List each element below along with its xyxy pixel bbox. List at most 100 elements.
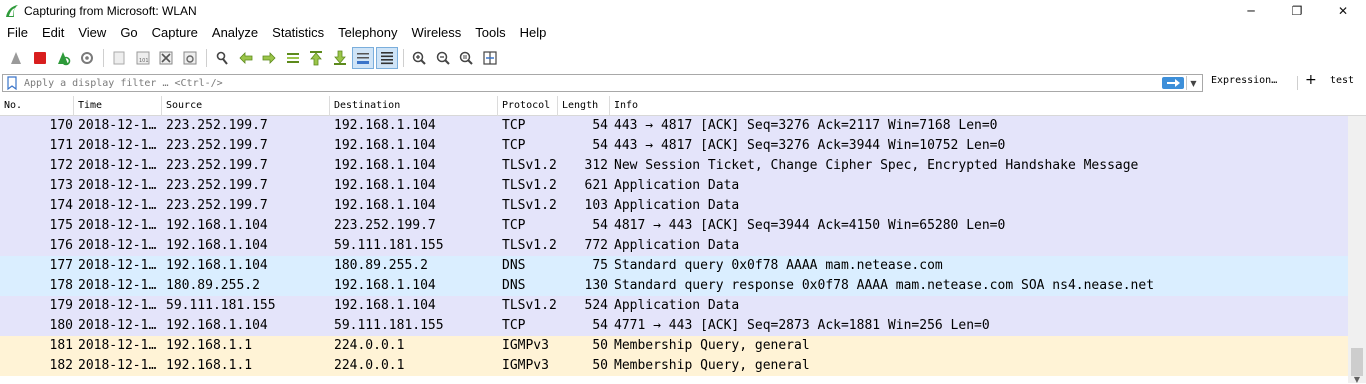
- go-to-packet-button[interactable]: [282, 47, 304, 69]
- packet-time: 2018-12-1…: [78, 158, 157, 173]
- display-filter-box: ▼: [2, 74, 1203, 92]
- packet-length: 50: [592, 338, 608, 353]
- add-filter-button[interactable]: +: [1305, 72, 1317, 88]
- column-header-time[interactable]: Time: [74, 96, 162, 116]
- packet-destination: 192.168.1.104: [334, 158, 436, 173]
- table-row[interactable]: 178 2018-12-1… 180.89.255.2 192.168.1.104 DN…: [0, 276, 1348, 296]
- table-row[interactable]: 172 2018-12-1… 223.252.199.7 192.168.1.104 T…: [0, 156, 1348, 176]
- column-header-info[interactable]: Info: [610, 96, 1366, 116]
- go-back-button[interactable]: [235, 47, 257, 69]
- vertical-scrollbar[interactable]: ▼: [1348, 116, 1366, 384]
- menu-tools[interactable]: Tools: [468, 22, 512, 44]
- find-packet-button[interactable]: [211, 47, 233, 69]
- packet-time: 2018-12-1…: [78, 258, 157, 273]
- normal-size-icon: [459, 51, 473, 65]
- close-file-button[interactable]: [155, 47, 177, 69]
- packet-time: 2018-12-1…: [78, 358, 157, 373]
- table-row[interactable]: 173 2018-12-1… 223.252.199.7 192.168.1.104 T…: [0, 176, 1348, 196]
- packet-info: Application Data: [614, 178, 740, 193]
- table-row[interactable]: 170 2018-12-1… 223.252.199.7 192.168.1.104 T…: [0, 116, 1348, 136]
- packet-destination: 192.168.1.104: [334, 298, 436, 313]
- packet-no: 170: [49, 118, 73, 133]
- packet-source: 223.252.199.7: [166, 178, 268, 193]
- packet-protocol: IGMPv3: [502, 338, 549, 353]
- packet-time: 2018-12-1…: [78, 338, 157, 353]
- go-forward-button[interactable]: [258, 47, 280, 69]
- apply-filter-button[interactable]: [1162, 77, 1184, 89]
- packet-info: 443 → 4817 [ACK] Seq=3276 Ack=2117 Win=7…: [614, 118, 998, 133]
- go-first-icon: [310, 51, 322, 66]
- table-row[interactable]: 182 2018-12-1… 192.168.1.1 224.0.0.1 IGMPv3 5…: [0, 356, 1348, 376]
- maximize-button[interactable]: ❐: [1274, 0, 1320, 22]
- table-row[interactable]: 174 2018-12-1… 223.252.199.7 192.168.1.104 T…: [0, 196, 1348, 216]
- table-row[interactable]: 181 2018-12-1… 192.168.1.1 224.0.0.1 IGMPv3 5…: [0, 336, 1348, 356]
- zoom-in-button[interactable]: [408, 47, 430, 69]
- filter-button-test[interactable]: test: [1330, 75, 1354, 86]
- column-header-destination[interactable]: Destination: [330, 96, 498, 116]
- stop-capture-icon: [33, 52, 46, 64]
- packet-source: 180.89.255.2: [166, 278, 260, 293]
- packet-source: 192.168.1.1: [166, 358, 253, 373]
- open-file-button[interactable]: [108, 47, 130, 69]
- column-header-no[interactable]: No.: [0, 96, 74, 116]
- zoom-out-button[interactable]: [432, 47, 454, 69]
- expression-button[interactable]: Expression…: [1211, 75, 1277, 86]
- toolbar-separator: [103, 49, 104, 67]
- packet-destination: 192.168.1.104: [334, 278, 436, 293]
- packet-protocol: TLSv1.2: [502, 298, 557, 313]
- filter-bookmark-icon[interactable]: [5, 76, 19, 90]
- go-last-button[interactable]: [329, 47, 351, 69]
- capture-options-button[interactable]: [76, 47, 98, 69]
- column-header-length[interactable]: Length: [558, 96, 610, 116]
- packet-source: 59.111.181.155: [166, 298, 276, 313]
- column-header-source[interactable]: Source: [162, 96, 330, 116]
- reload-file-button[interactable]: [179, 47, 201, 69]
- menu-telephony[interactable]: Telephony: [331, 22, 404, 44]
- menu-file[interactable]: File: [0, 22, 35, 44]
- packet-list-header: No. Time Source Destination Protocol Len…: [0, 96, 1366, 116]
- save-file-button[interactable]: 101: [132, 47, 154, 69]
- menu-capture[interactable]: Capture: [145, 22, 205, 44]
- menu-analyze[interactable]: Analyze: [205, 22, 265, 44]
- menu-view[interactable]: View: [71, 22, 113, 44]
- normal-size-button[interactable]: [455, 47, 477, 69]
- packet-info: Application Data: [614, 198, 740, 213]
- autoscroll-button[interactable]: [352, 47, 374, 69]
- table-row[interactable]: 175 2018-12-1… 192.168.1.104 223.252.199.7 T…: [0, 216, 1348, 236]
- table-row[interactable]: 179 2018-12-1… 59.111.181.155 192.168.1.104…: [0, 296, 1348, 316]
- packet-protocol: TCP: [502, 118, 526, 133]
- scroll-down-icon[interactable]: ▼: [1348, 375, 1366, 384]
- reload-file-icon: [183, 51, 196, 65]
- resize-columns-button[interactable]: [479, 47, 501, 69]
- restart-capture-button[interactable]: [52, 47, 74, 69]
- menu-edit[interactable]: Edit: [35, 22, 71, 44]
- close-button[interactable]: ✕: [1320, 0, 1366, 22]
- packet-info: Application Data: [614, 298, 740, 313]
- packet-no: 181: [49, 338, 73, 353]
- column-header-protocol[interactable]: Protocol: [498, 96, 558, 116]
- minimize-button[interactable]: ─: [1228, 0, 1274, 22]
- start-capture-button[interactable]: [5, 47, 27, 69]
- menu-help[interactable]: Help: [513, 22, 554, 44]
- table-row[interactable]: 180 2018-12-1… 192.168.1.104 59.111.181.155…: [0, 316, 1348, 336]
- scrollbar-thumb[interactable]: [1351, 348, 1363, 376]
- packet-length: 54: [592, 218, 608, 233]
- packet-protocol: IGMPv3: [502, 358, 549, 373]
- menu-go[interactable]: Go: [113, 22, 144, 44]
- display-filter-input[interactable]: [24, 76, 1124, 90]
- zoom-out-icon: [436, 51, 450, 65]
- packet-destination: 223.252.199.7: [334, 218, 436, 233]
- packet-source: 223.252.199.7: [166, 158, 268, 173]
- menu-statistics[interactable]: Statistics: [265, 22, 331, 44]
- filter-history-dropdown[interactable]: ▼: [1186, 76, 1200, 90]
- menu-wireless[interactable]: Wireless: [404, 22, 468, 44]
- go-to-packet-icon: [286, 53, 299, 63]
- packet-time: 2018-12-1…: [78, 318, 157, 333]
- table-row[interactable]: 176 2018-12-1… 192.168.1.104 59.111.181.155…: [0, 236, 1348, 256]
- packet-protocol: TCP: [502, 318, 526, 333]
- colorize-button[interactable]: [375, 47, 398, 69]
- go-first-button[interactable]: [305, 47, 327, 69]
- table-row[interactable]: 171 2018-12-1… 223.252.199.7 192.168.1.104 T…: [0, 136, 1348, 156]
- table-row[interactable]: 177 2018-12-1… 192.168.1.104 180.89.255.2 DN…: [0, 256, 1348, 276]
- stop-capture-button[interactable]: [29, 47, 51, 69]
